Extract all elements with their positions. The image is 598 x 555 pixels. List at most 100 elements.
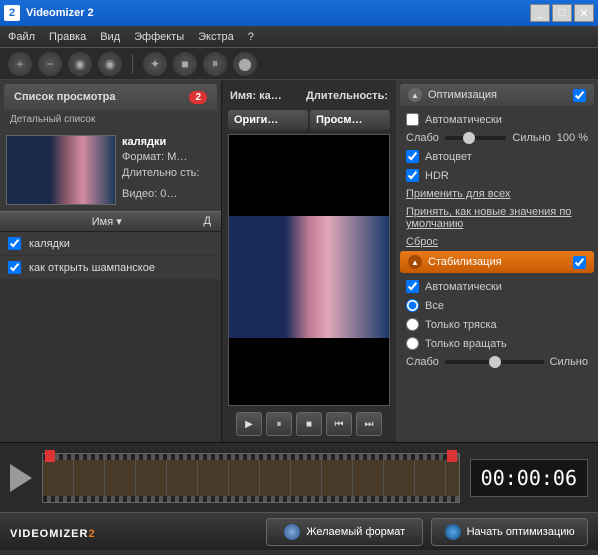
optimize-icon [445, 524, 461, 540]
stab-shake-radio[interactable] [406, 318, 419, 331]
stab-all-radio[interactable] [406, 299, 419, 312]
preview-panel: Имя: ка… Длительность: Ориги… Просм… ▶ ⏸… [222, 80, 396, 442]
weak-label: Слабо [406, 132, 439, 144]
strength-pct: 100 % [557, 132, 588, 144]
thumb-format-label: Формат: [122, 151, 164, 163]
menu-view[interactable]: Вид [100, 31, 120, 43]
thumbnail-info: калядки Формат: M… Длительно сть: Видео:… [122, 135, 199, 205]
timeline: 00:00:06 [0, 442, 598, 512]
watchlist-title: Список просмотра [14, 91, 115, 103]
video-thumbnail[interactable] [6, 135, 116, 205]
tool-pause-icon[interactable]: ⏸ [203, 52, 227, 76]
toolbar-divider [132, 54, 133, 74]
list-item-name: как открыть шампанское [29, 262, 155, 274]
maximize-button[interactable]: □ [552, 4, 572, 22]
apply-all-link[interactable]: Применить для всех [400, 185, 594, 203]
stabilization-header[interactable]: ▲ Стабилизация [400, 251, 594, 273]
list-item[interactable]: как открыть шампанское [0, 256, 221, 280]
timecode: 00:00:06 [470, 459, 588, 497]
playback-controls: ▶ ⏸ ■ ⏮ ⏭ [228, 412, 390, 436]
tool-effect-icon[interactable]: ✦ [143, 52, 167, 76]
slider-knob[interactable] [463, 132, 475, 144]
out-marker[interactable] [447, 450, 457, 462]
optimization-toggle[interactable] [573, 89, 586, 102]
list-item[interactable]: калядки [0, 232, 221, 256]
close-button[interactable]: ✕ [574, 4, 594, 22]
format-button-label: Желаемый формат [306, 526, 405, 538]
tool-stop-icon[interactable]: ■ [173, 52, 197, 76]
strong-label: Сильно [512, 132, 550, 144]
autocolor-checkbox[interactable] [406, 150, 419, 163]
menubar: Файл Правка Вид Эффекты Экстра ? [0, 26, 598, 48]
preview-header: Имя: ка… Длительность: [228, 86, 390, 106]
video-preview[interactable] [228, 134, 390, 406]
tool-disc2-icon[interactable]: ◉ [98, 52, 122, 76]
optimization-header[interactable]: ▲ Оптимизация [400, 84, 594, 106]
auto-label: Автоматически [425, 114, 502, 126]
step-back-button[interactable]: ⏮ [326, 412, 352, 436]
list-item-name: калядки [29, 238, 70, 250]
settings-panel: ▲ Оптимизация Автоматически Слабо Сильно… [396, 80, 598, 442]
preview-frame [229, 216, 389, 338]
thumb-name: калядки [122, 135, 199, 150]
stab-weak-label: Слабо [406, 356, 439, 368]
menu-help[interactable]: ? [248, 31, 254, 43]
gear-icon [284, 524, 300, 540]
optimization-title: Оптимизация [428, 89, 497, 101]
thumbnail-detail: калядки Формат: M… Длительно сть: Видео:… [0, 129, 221, 211]
list-checkbox[interactable] [8, 261, 21, 274]
list-checkbox[interactable] [8, 237, 21, 250]
stab-rotate-radio[interactable] [406, 337, 419, 350]
menu-file[interactable]: Файл [8, 31, 35, 43]
auto-checkbox[interactable] [406, 113, 419, 126]
stab-auto-checkbox[interactable] [406, 280, 419, 293]
preview-duration-label: Длительность: [306, 90, 388, 102]
list-header: Имя ▾ Д [0, 211, 221, 232]
menu-effects[interactable]: Эффекты [134, 31, 184, 43]
col-name[interactable]: Имя ▾ [10, 215, 204, 228]
stop-button[interactable]: ■ [296, 412, 322, 436]
tool-camera-icon[interactable]: ⬤ [233, 52, 257, 76]
watchlist-subtitle: Детальный список [0, 110, 221, 129]
optimize-button[interactable]: Начать оптимизацию [431, 518, 588, 546]
footer: VIDEOMIZER2 Желаемый формат Начать оптим… [0, 512, 598, 550]
reset-link[interactable]: Сброс [400, 233, 594, 251]
pause-button[interactable]: ⏸ [266, 412, 292, 436]
slider-knob[interactable] [489, 356, 501, 368]
tab-original[interactable]: Ориги… [228, 110, 308, 130]
thumb-video-label: Видео: [122, 188, 157, 200]
strength-slider[interactable] [445, 136, 506, 140]
menu-edit[interactable]: Правка [49, 31, 86, 43]
hdr-checkbox[interactable] [406, 169, 419, 182]
minimize-button[interactable]: _ [530, 4, 550, 22]
stab-shake-label: Только тряска [425, 319, 497, 331]
menu-extra[interactable]: Экстра [198, 31, 234, 43]
watchlist-header: Список просмотра 2 [4, 84, 217, 110]
stab-strong-label: Сильно [550, 356, 588, 368]
watchlist-panel: Список просмотра 2 Детальный список каля… [0, 80, 222, 442]
titlebar: 2 Videomizer 2 _ □ ✕ [0, 0, 598, 26]
tool-remove-icon[interactable]: − [38, 52, 62, 76]
thumb-duration-label: Длительно сть: [122, 166, 199, 181]
collapse-icon[interactable]: ▲ [408, 88, 422, 102]
toolbar: + − ◉ ◉ ✦ ■ ⏸ ⬤ [0, 48, 598, 80]
tool-disc-icon[interactable]: ◉ [68, 52, 92, 76]
stab-slider[interactable] [445, 360, 544, 364]
step-fwd-button[interactable]: ⏭ [356, 412, 382, 436]
thumb-video-value: 0… [160, 188, 177, 200]
filmstrip[interactable] [42, 453, 460, 503]
list-empty-area [0, 280, 221, 442]
play-button[interactable]: ▶ [236, 412, 262, 436]
accept-defaults-link[interactable]: Принять, как новые значения по умолчанию [400, 203, 594, 233]
tool-add-icon[interactable]: + [8, 52, 32, 76]
timeline-play-button[interactable] [10, 464, 32, 492]
window-title: Videomizer 2 [26, 7, 530, 19]
tab-preview[interactable]: Просм… [310, 110, 390, 130]
stabilization-toggle[interactable] [573, 256, 586, 269]
format-button[interactable]: Желаемый формат [266, 518, 423, 546]
collapse-icon[interactable]: ▲ [408, 255, 422, 269]
stab-rotate-label: Только вращать [425, 338, 507, 350]
col-duration[interactable]: Д [204, 215, 211, 228]
in-marker[interactable] [45, 450, 55, 462]
logo: VIDEOMIZER2 [10, 524, 96, 540]
